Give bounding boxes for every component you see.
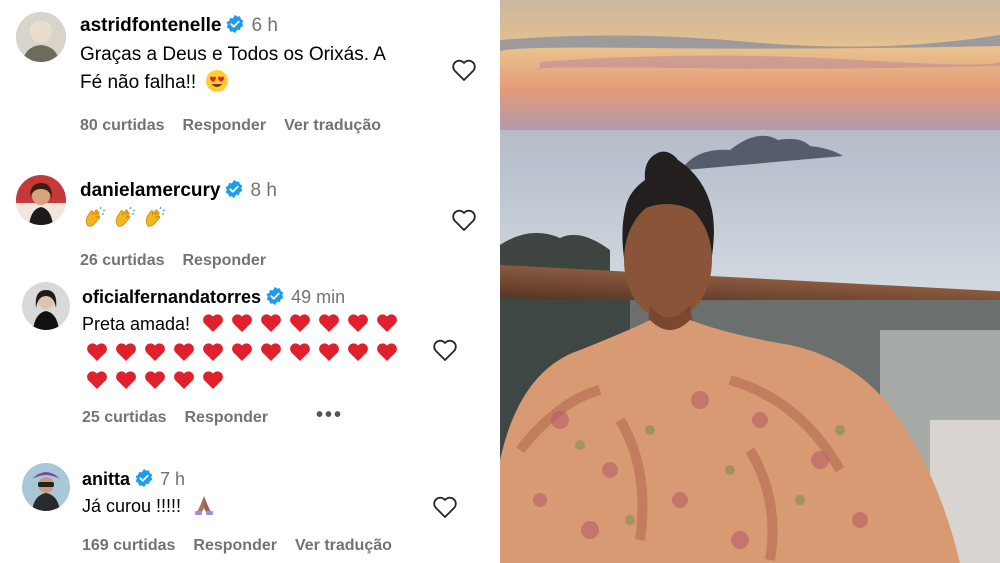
red-heart-emoji-icon [377,342,397,361]
red-heart-emoji-icon [348,342,368,361]
see-translation-button[interactable]: Ver tradução [284,117,381,134]
username[interactable]: danielamercury [80,180,220,201]
folded-hands-emoji-icon [195,496,214,515]
red-heart-emoji-icon [203,371,223,389]
like-heart-icon[interactable] [451,208,477,232]
username[interactable]: anitta [82,469,130,489]
red-heart-emoji-icon [174,371,194,389]
comment-time: 6 h [251,15,278,36]
comment-text-line: Graças a Deus e Todos os Orixás. A [80,44,386,65]
red-heart-emoji-icon [232,314,252,332]
like-heart-icon[interactable] [451,58,477,82]
red-heart-emoji-icon [203,314,223,332]
comment-text: Preta amada! [82,310,405,396]
red-heart-emoji-icon [116,371,136,389]
clapping-hands-emoji-icon [145,206,166,227]
verified-badge-icon [266,286,284,306]
comment-text: Já curou !!!!! [82,492,216,520]
reply-button[interactable]: Responder [182,252,266,269]
sunset-portrait-image [500,0,1000,563]
username[interactable]: oficialfernandatorres [82,287,261,307]
comment-time: 8 h [250,180,277,201]
comment-text-line: Preta amada! [82,314,191,334]
comment-text [82,206,172,234]
red-heart-emoji-icon [348,314,368,332]
red-heart-emoji-icon [145,371,165,389]
red-heart-emoji-icon [145,342,165,361]
reply-button[interactable]: Responder [193,537,277,554]
comment-text: Graças a Deus e Todos os Orixás. A Fé nã… [80,41,386,97]
comment-oficialfernandatorres: oficialfernandatorres 49 min Preta amada!… [0,270,500,440]
heart-eyes-emoji-icon [206,70,229,92]
post-photo [500,0,1000,563]
comment-text-line: Fé não falha!! [80,72,197,93]
likes-count[interactable]: 26 curtidas [80,252,164,269]
red-heart-emoji-icon [290,314,310,332]
avatar[interactable] [16,12,66,62]
comment-time: 7 h [160,469,186,489]
red-heart-emoji-icon [261,342,281,361]
red-heart-emoji-icon [319,342,339,361]
comment-time: 49 min [291,287,346,307]
avatar[interactable] [22,282,70,330]
red-heart-emoji-icon [261,314,281,332]
red-heart-emoji-icon [232,342,252,361]
likes-count[interactable]: 80 curtidas [80,117,164,134]
clapping-hands-emoji-icon [85,206,106,227]
verified-badge-icon [227,14,244,34]
reply-button[interactable]: Responder [184,409,268,426]
clapping-hands-emoji-icon [115,206,136,227]
comments-panel: astridfontenelle 6 h Graças a Deus e Todo… [0,0,500,563]
username[interactable]: astridfontenelle [80,15,221,36]
likes-count[interactable]: 169 curtidas [82,537,175,554]
red-heart-emoji-icon [203,342,223,361]
red-heart-emoji-icon [319,314,339,332]
red-heart-emoji-icon [87,342,107,361]
verified-badge-icon [135,468,153,488]
red-heart-emoji-icon [87,371,107,389]
see-translation-button[interactable]: Ver tradução [295,537,392,554]
red-heart-emoji-icon [174,342,194,361]
avatar[interactable] [22,463,70,511]
verified-badge-icon [226,179,243,199]
like-heart-icon[interactable] [432,338,458,362]
comment-text-line: Já curou !!!!! [82,496,182,516]
reply-button[interactable]: Responder [182,117,266,134]
likes-count[interactable]: 25 curtidas [82,409,166,426]
red-heart-emoji-icon [377,314,397,332]
avatar[interactable] [16,175,66,225]
more-options-icon[interactable]: ••• [316,404,343,427]
red-heart-emoji-icon [116,342,136,361]
red-heart-emoji-icon [290,342,310,361]
like-heart-icon[interactable] [432,495,458,519]
